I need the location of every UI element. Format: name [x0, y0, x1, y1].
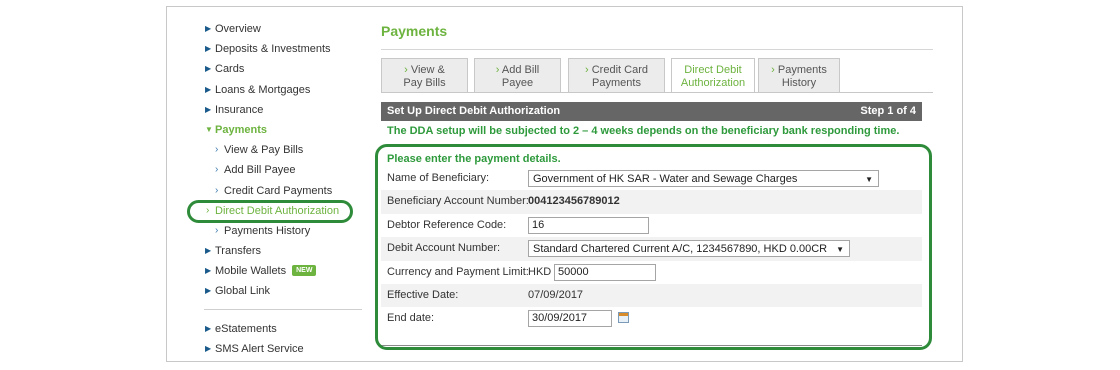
- triangle-right-icon: ▶: [205, 64, 212, 74]
- sidebar-item-transfers[interactable]: ▶ Transfers: [187, 241, 365, 261]
- dda-notice: The DDA setup will be subjected to 2 – 4…: [387, 125, 900, 137]
- main-content: Payments: [381, 19, 933, 50]
- tab-add-bill-payee[interactable]: › Add Bill Payee: [474, 58, 561, 92]
- sidebar-item-payments[interactable]: ▼ Payments: [187, 120, 365, 140]
- sidebar-subitem-add-bill-payee[interactable]: › Add Bill Payee: [187, 160, 365, 180]
- triangle-right-icon: ▶: [205, 104, 212, 114]
- triangle-right-icon: ▶: [205, 324, 212, 333]
- sidebar-item-mobile-wallets[interactable]: ▶ Mobile Wallets NEW: [187, 261, 365, 281]
- triangle-down-icon: ▼: [205, 124, 213, 134]
- sidebar-item-overview[interactable]: ▶ Overview: [187, 19, 365, 39]
- sidebar-item-global-link[interactable]: ▶ Global Link: [187, 281, 365, 301]
- chevron-right-icon: ›: [771, 64, 778, 76]
- sidebar-item-insurance[interactable]: ▶ Insurance: [187, 100, 365, 120]
- triangle-right-icon: ▶: [205, 266, 212, 276]
- step-title: Set Up Direct Debit Authorization: [387, 105, 561, 117]
- form-highlight-outline: [375, 144, 932, 350]
- banking-window: ▶ Overview ▶ Deposits & Investments ▶ Cards…: [166, 6, 963, 362]
- chevron-right-icon: ›: [585, 64, 592, 76]
- sidebar-item-deposits-investments[interactable]: ▶ Deposits & Investments: [187, 39, 365, 59]
- chevron-right-icon: ›: [215, 144, 219, 156]
- triangle-right-icon: ▶: [205, 24, 212, 33]
- tab-credit-card-payments[interactable]: › Credit Card Payments: [568, 58, 665, 92]
- chevron-right-icon: ›: [215, 164, 219, 176]
- tabs-baseline: [381, 92, 933, 93]
- new-badge: NEW: [292, 265, 317, 277]
- page-title: Payments: [381, 23, 448, 39]
- sidebar-item-sms-alert-service[interactable]: ▶ SMS Alert Service: [187, 339, 365, 359]
- title-divider: [381, 49, 933, 50]
- tab-view-pay-bills[interactable]: › View & Pay Bills: [381, 58, 468, 92]
- sidebar-nav-lower: ▶ eStatements ▶ SMS Alert Service: [187, 319, 365, 359]
- sidebar-subitem-credit-card-payments[interactable]: › Credit Card Payments: [187, 181, 365, 201]
- sidebar-subitem-payments-history[interactable]: › Payments History: [187, 221, 365, 241]
- chevron-right-icon: ›: [215, 224, 219, 236]
- triangle-right-icon: ▶: [205, 84, 212, 94]
- sidebar-nav: ▶ Overview ▶ Deposits & Investments ▶ Cards…: [187, 19, 365, 302]
- tab-payments-history[interactable]: › Payments History: [758, 58, 840, 92]
- tab-direct-debit-authorization[interactable]: Direct Debit Authorization: [671, 58, 755, 93]
- sidebar-item-estatements[interactable]: ▶ eStatements: [187, 319, 365, 339]
- sidebar-subitem-view-pay-bills[interactable]: › View & Pay Bills: [187, 140, 365, 160]
- sidebar-item-cards[interactable]: ▶ Cards: [187, 59, 365, 79]
- sidebar-highlight-outline: [187, 200, 353, 223]
- step-header: Set Up Direct Debit Authorization Step 1…: [381, 102, 922, 121]
- triangle-right-icon: ▶: [205, 344, 212, 354]
- triangle-right-icon: ▶: [205, 286, 212, 296]
- step-indicator: Step 1 of 4: [860, 105, 916, 117]
- chevron-right-icon: ›: [404, 64, 411, 76]
- sidebar-divider: [204, 309, 362, 310]
- triangle-right-icon: ▶: [205, 246, 212, 256]
- triangle-right-icon: ▶: [205, 44, 212, 54]
- sidebar-item-loans-mortgages[interactable]: ▶ Loans & Mortgages: [187, 80, 365, 100]
- chevron-right-icon: ›: [215, 184, 219, 196]
